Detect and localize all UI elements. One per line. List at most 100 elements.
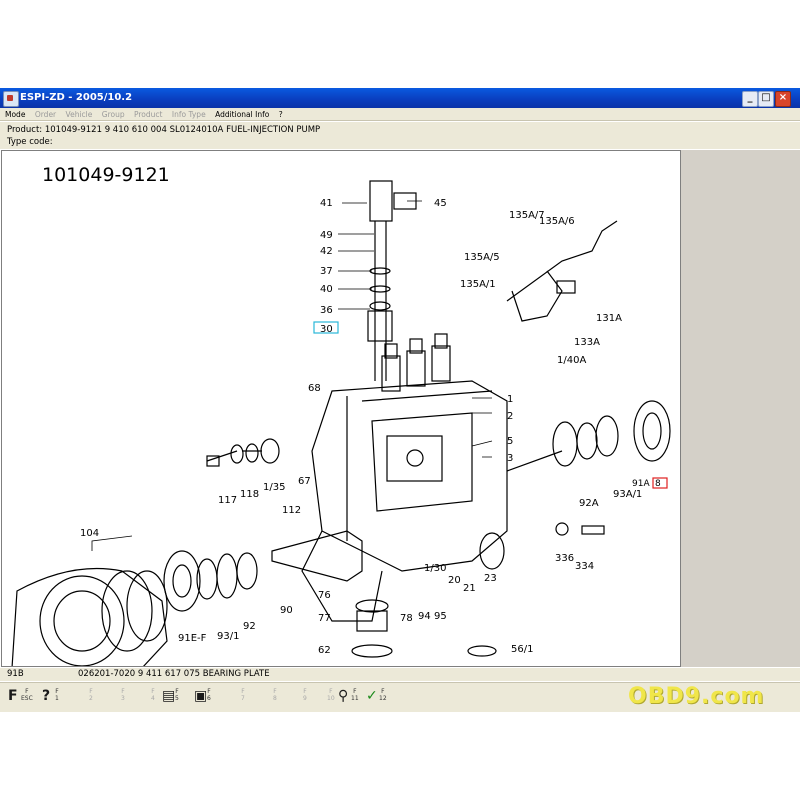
part-label[interactable]: 94 xyxy=(418,611,431,622)
part-label[interactable]: 133A xyxy=(574,337,600,348)
f7-button[interactable]: F7 xyxy=(226,686,254,708)
drawing-title: 101049-9121 xyxy=(42,164,170,186)
menu-info-type[interactable]: Info Type xyxy=(172,110,206,119)
part-label[interactable]: 104 xyxy=(80,528,99,539)
part-label[interactable]: 23 xyxy=(484,573,497,584)
menu-bar: Mode Order Vehicle Group Product Info Ty… xyxy=(0,108,800,121)
selected-part-code: 91B xyxy=(7,669,24,679)
part-label[interactable]: 336 xyxy=(555,553,574,564)
product-line: Product: 101049-9121 9 410 610 004 SL012… xyxy=(7,125,321,135)
status-bar: 91B 026201-7020 9 411 617 075 BEARING PL… xyxy=(0,667,800,681)
part-label[interactable]: 49 xyxy=(320,230,333,241)
minimize-button[interactable]: _ xyxy=(742,91,758,107)
fkey-label: F 10 xyxy=(327,688,335,702)
menu-group[interactable]: Group xyxy=(102,110,125,119)
part-label[interactable]: 62 xyxy=(318,645,331,656)
f6-button[interactable]: ▣ F6 xyxy=(192,686,220,708)
part-label[interactable]: 20 xyxy=(448,575,461,586)
fkey-label: F 11 xyxy=(351,688,359,702)
menu-order[interactable]: Order xyxy=(35,110,56,119)
menu-product[interactable]: Product xyxy=(134,110,162,119)
product-info-panel: Product: 101049-9121 9 410 610 004 SL012… xyxy=(0,122,800,149)
part-label[interactable]: 67 xyxy=(298,476,311,487)
part-label[interactable]: 1/30 xyxy=(424,563,446,574)
drawing-canvas: 101049-9121 41 45 49 42 37 40 36 30 135A… xyxy=(11,164,671,666)
part-label[interactable]: 45 xyxy=(434,198,447,209)
f12-confirm-button[interactable]: ✓ F 12 xyxy=(364,686,392,708)
part-label[interactable]: 40 xyxy=(320,284,333,295)
magnifier-icon: ⚲ xyxy=(338,688,349,704)
fkey-label: F8 xyxy=(273,688,277,702)
f8-button[interactable]: F8 xyxy=(258,686,286,708)
fkey-label: F5 xyxy=(175,688,179,702)
close-button[interactable]: × xyxy=(775,91,791,107)
f3-button[interactable]: F3 xyxy=(106,686,134,708)
part-label[interactable]: 334 xyxy=(575,561,594,572)
checkmark-icon: ✓ xyxy=(366,688,378,704)
fkey-label: F6 xyxy=(207,688,211,702)
part-label[interactable]: 135A/5 xyxy=(464,252,500,263)
part-label[interactable]: 117 xyxy=(218,495,237,506)
part-label[interactable]: 93A/1 xyxy=(613,489,642,500)
exploded-view-drawing[interactable]: 101049-9121 41 45 49 42 37 40 36 30 135A… xyxy=(1,150,681,667)
part-label[interactable]: 78 xyxy=(400,613,413,624)
pump-housing xyxy=(311,380,508,572)
help-icon: ? xyxy=(42,688,51,704)
watermark-logo: OBD9.com xyxy=(628,684,765,709)
fkey-label: F1 xyxy=(55,688,59,702)
type-code-label: Type code: xyxy=(7,137,53,147)
fkey-label: F3 xyxy=(121,688,125,702)
esc-key-button[interactable]: F F ESC xyxy=(6,686,34,708)
part-label[interactable]: 90 xyxy=(280,605,293,616)
f1-help-button[interactable]: ? F1 xyxy=(40,686,68,708)
menu-help[interactable]: ? xyxy=(279,110,283,119)
part-label[interactable]: 21 xyxy=(463,583,476,594)
part-label[interactable]: 41 xyxy=(320,198,333,209)
part-label[interactable]: 3 xyxy=(507,453,513,464)
part-label[interactable]: 112 xyxy=(282,505,301,516)
part-label[interactable]: 68 xyxy=(308,383,321,394)
f5-print-button[interactable]: ▤ F5 xyxy=(160,686,188,708)
fkey-label: F 12 xyxy=(379,688,387,702)
part-label[interactable]: 42 xyxy=(320,246,333,257)
fkey-label: F7 xyxy=(241,688,245,702)
part-label[interactable]: 77 xyxy=(318,613,331,624)
part-label[interactable]: 92 xyxy=(243,621,256,632)
part-label[interactable]: 36 xyxy=(320,305,333,316)
selected-part-description: 026201-7020 9 411 617 075 BEARING PLATE xyxy=(78,669,270,679)
title-bar: ESPI-ZD - 2005/10.2 _ □ × xyxy=(0,88,800,108)
part-label[interactable]: 5 xyxy=(507,436,513,447)
f11-zoom-button[interactable]: ⚲ F 11 xyxy=(336,686,364,708)
f2-button[interactable]: F2 xyxy=(74,686,102,708)
part-label[interactable]: 93/1 xyxy=(217,631,239,642)
part-label[interactable]: 2 xyxy=(507,411,513,422)
part-label[interactable]: 91E-F xyxy=(178,633,207,644)
fkey-label: F9 xyxy=(303,688,307,702)
part-label[interactable]: 135A/1 xyxy=(460,279,496,290)
side-panel xyxy=(681,150,800,667)
app-icon xyxy=(3,91,19,107)
exit-icon: F xyxy=(8,688,18,704)
print-preview-icon: ▣ xyxy=(194,688,208,704)
menu-additional-info[interactable]: Additional Info xyxy=(215,110,269,119)
fkey-label: F2 xyxy=(89,688,93,702)
part-label[interactable]: 118 xyxy=(240,489,259,500)
printer-icon: ▤ xyxy=(162,688,176,704)
part-label[interactable]: 1/35 xyxy=(263,482,285,493)
part-label[interactable]: 37 xyxy=(320,266,333,277)
part-label[interactable]: 56/1 xyxy=(511,644,533,655)
part-label[interactable]: 91A xyxy=(632,479,650,489)
part-label[interactable]: 1/40A xyxy=(557,355,586,366)
part-label[interactable]: 76 xyxy=(318,590,331,601)
fkey-label: F4 xyxy=(151,688,155,702)
menu-vehicle[interactable]: Vehicle xyxy=(66,110,93,119)
menu-mode[interactable]: Mode xyxy=(5,110,25,119)
part-label[interactable]: 1 xyxy=(507,394,513,405)
part-label[interactable]: 92A xyxy=(579,498,599,509)
part-label[interactable]: 131A xyxy=(596,313,622,324)
part-label[interactable]: 135A/6 xyxy=(539,216,575,227)
maximize-button[interactable]: □ xyxy=(758,91,774,107)
fkey-label: F ESC xyxy=(21,688,33,702)
window-title: ESPI-ZD - 2005/10.2 xyxy=(20,92,133,103)
part-label[interactable]: 95 xyxy=(434,611,447,622)
